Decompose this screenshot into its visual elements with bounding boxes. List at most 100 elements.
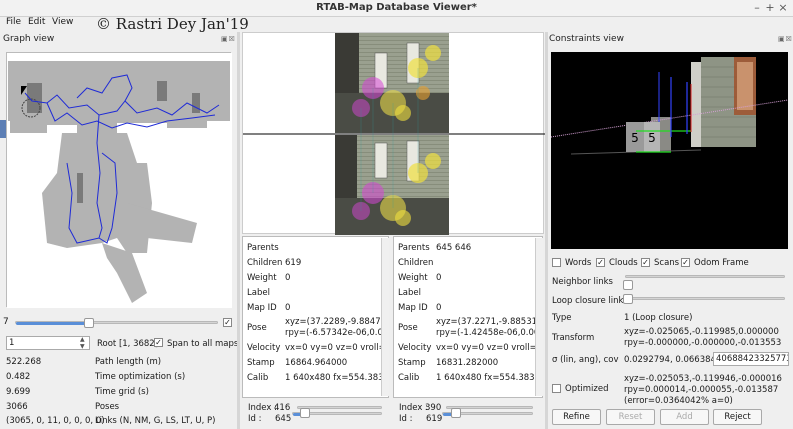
index-value: 390 [425,403,442,413]
stamp-label: Stamp [247,358,275,368]
spin-input[interactable]: 1 [6,336,90,350]
window-title: RTAB-Map Database Viewer* [316,2,477,13]
pose-label: Pose [247,323,267,333]
stat-label: Path length (m) [95,357,162,367]
id-slider-left-handle[interactable] [300,408,310,418]
graph-checkbox-icon[interactable]: ✓ [223,318,232,327]
stat-label: Poses [95,402,120,412]
pose-rpy: rpy=(-1.42458e-06,0.0006 [436,328,543,338]
optimized-checkbox[interactable] [552,384,561,393]
menu-file[interactable]: File [6,17,21,27]
add-button[interactable]: Add [660,409,709,425]
stamp-value: 16864.964000 [285,358,348,368]
sigma-value: 0.0292794, 0.0663844 [624,355,722,365]
neighbor-links-handle[interactable] [623,280,633,290]
neighbor-links-slider[interactable] [625,275,785,278]
splitter[interactable] [545,32,548,429]
loop-closure-slider[interactable] [625,297,785,300]
label-label: Label [247,288,270,298]
neighbor-links-label: Neighbor links [552,277,613,287]
id-label: Id : [399,414,413,424]
dock-buttons[interactable]: ▣☒ [778,35,793,43]
pose-xyz: xyz=(37.2271,-9.88531,0.1 [436,317,543,327]
image-views [242,32,545,235]
graph-view-canvas[interactable] [6,52,232,308]
refine-button[interactable]: Refine [552,409,601,425]
mapid-label: Map ID [398,303,428,313]
spin-arrows-icon[interactable]: ▲ ▼ [80,336,85,350]
stat-value: 522.268 [6,357,42,367]
watermark-text: © Rastri Dey Jan'19 [96,15,249,33]
menu-view[interactable]: View [52,17,73,27]
clouds-checkbox[interactable]: ✓ [596,258,605,267]
stat-label: Time grid (s) [95,387,149,397]
index-value: 416 [274,403,291,413]
pose-label: Pose [398,323,418,333]
stat-value: 9.699 [6,387,31,397]
loop-closure-handle[interactable] [623,294,633,304]
mapid-value: 0 [285,303,291,313]
weight-value: 0 [285,273,291,283]
constraints-3d-view[interactable]: 5 5 [551,52,788,249]
pose-xyz: xyz=(37.2289,-9.88477,0.1 [285,317,388,327]
image-pair [243,33,545,235]
transform-label: Transform [552,333,595,343]
box-right: 5 [644,122,660,152]
label-label: Label [398,288,421,298]
words-checkbox[interactable] [552,258,561,267]
node-info-left: Parents Children 619 Weight 0 Label Map … [242,236,389,398]
span-checkbox[interactable]: ✓ [154,338,163,347]
reject-button[interactable]: Reject [713,409,762,425]
type-label: Type [552,313,572,323]
graph-slider-value: 7 [3,317,9,327]
stat-value: 3066 [6,402,28,412]
dock-buttons[interactable]: ▣☒ [221,35,236,43]
transform-rpy: rpy=-0.000000,-0.000000,-0.013553 [624,338,782,348]
stat-value: (3065, 0, 11, 0, 0, 0, 0) [6,416,105,426]
weight-label: Weight [398,273,428,283]
scans-checkbox[interactable]: ✓ [641,258,650,267]
close-button[interactable]: × [777,1,789,14]
velocity-value: vx=0 vy=0 vz=0 vroll=0 v [285,343,389,353]
constraints-scene: 5 5 [551,52,788,249]
children-label: Children [247,258,283,268]
words-label: Words [565,258,592,268]
maximize-button[interactable]: + [764,1,776,14]
covariance-field[interactable]: 406884233257733] [713,352,789,366]
optimized-label: Optimized [565,384,609,394]
splitter[interactable] [237,32,240,429]
reset-button[interactable]: Reset [606,409,655,425]
id-value: 619 [426,414,443,424]
clouds-label: Clouds [609,258,638,268]
graph-slider-handle[interactable] [84,318,94,328]
optimized-rpy: rpy=0.000014,-0.000055,-0.013587 [624,385,779,395]
minimize-button[interactable]: – [751,1,763,14]
box-label: 5 [648,131,656,145]
parents-value: 645 646 [436,243,472,253]
odom-frame-label: Odom Frame [694,258,749,268]
parents-label: Parents [247,243,279,253]
box-left: 5 [626,122,644,152]
stat-value: 0.482 [6,372,31,382]
weight-label: Weight [247,273,277,283]
graph-slider-track[interactable] [15,321,218,325]
stat-label: Links (N, NM, G, LS, LT, U, P) [95,416,216,426]
index-label: Index : [248,403,277,413]
id-slider-right-handle[interactable] [451,408,461,418]
weight-value: 0 [436,273,442,283]
optimized-xyz: xyz=-0.025053,-0.119946,-0.000016 [624,374,782,384]
transform-xyz: xyz=-0.025065,-0.119985,0.000000 [624,327,779,337]
left-info-scrollbar[interactable] [381,238,389,396]
calib-value: 1 640x480 fx=554.383 fy= [285,373,388,383]
children-value: 619 [285,258,302,268]
stamp-label: Stamp [398,358,426,368]
calib-label: Calib [247,373,269,383]
calib-value: 1 640x480 fx=554.383 fy= [436,373,543,383]
parents-label: Parents [398,243,430,253]
right-info-scrollbar[interactable] [535,238,543,396]
menu-edit[interactable]: Edit [28,17,45,27]
odom-frame-checkbox[interactable]: ✓ [681,258,690,267]
index-label: Index : [399,403,428,413]
scans-label: Scans [654,258,680,268]
image-right [335,135,449,235]
